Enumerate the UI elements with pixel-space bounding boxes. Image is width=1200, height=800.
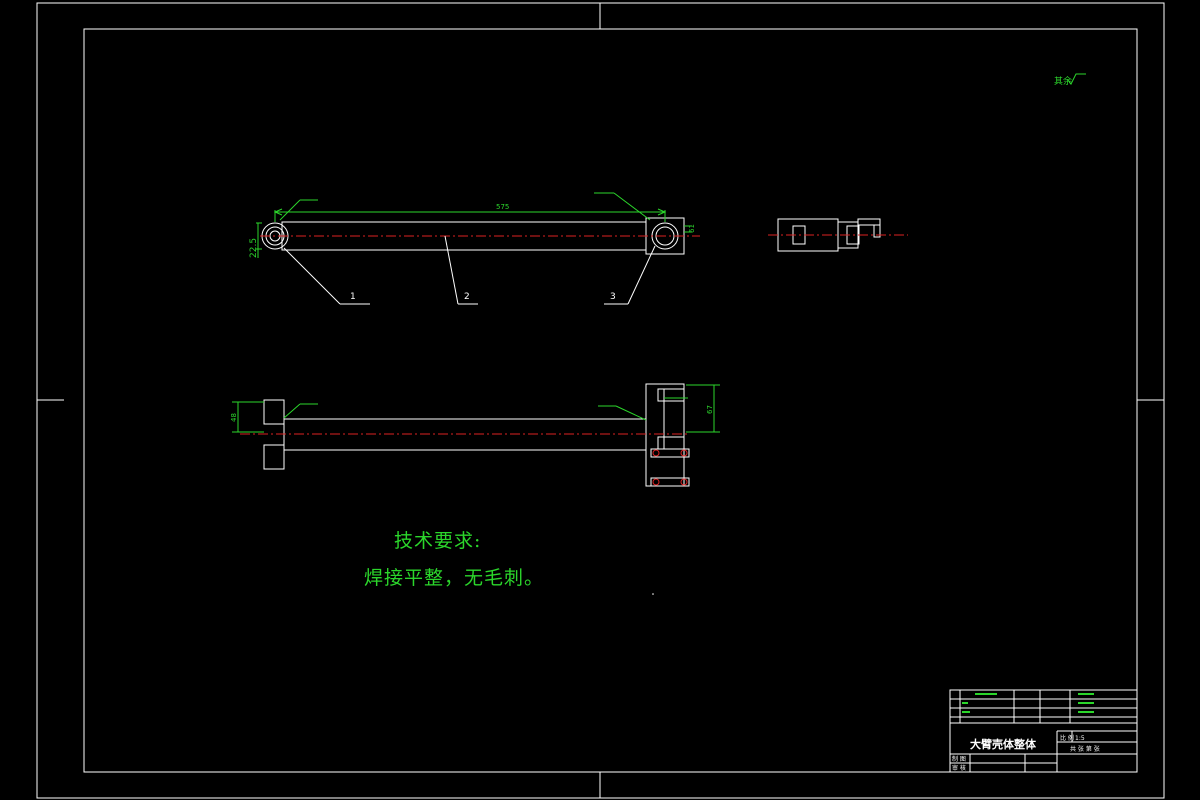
dim-front-right: 67 <box>706 405 714 414</box>
scale-label: 比 例 <box>1060 734 1074 742</box>
dim-right-height: 61 <box>688 224 696 233</box>
side-view <box>768 218 908 252</box>
title-block-title: 大臂壳体整体 <box>970 737 1037 751</box>
title-block-table-text <box>962 693 1094 713</box>
checker-label: 审 核 <box>952 764 966 772</box>
tech-req-heading: 技术要求: <box>394 530 482 552</box>
sheet-border <box>36 2 1165 799</box>
cad-drawing-canvas: 其余 575 22.5 61 1 2 3 48 67 大臂壳体整体 比 例 1:… <box>36 2 1165 799</box>
title-block <box>949 689 1138 773</box>
roughness-symbol: 其余 <box>1054 73 1086 87</box>
sheet-count: 共 张 第 张 <box>1070 745 1100 753</box>
dim-front-left: 48 <box>230 413 238 422</box>
top-view: 575 22.5 61 1 2 3 <box>249 192 700 305</box>
designer-label: 制 图 <box>952 755 966 763</box>
dim-575: 575 <box>496 203 509 211</box>
dim-left-dia: 22.5 <box>249 238 259 258</box>
balloon-2: 2 <box>464 292 470 302</box>
balloon-3: 3 <box>610 292 616 302</box>
balloon-1: 1 <box>350 292 356 302</box>
scale-value: 1:5 <box>1075 735 1085 742</box>
tech-req-line1: 焊接平整，无毛刺。 <box>364 567 545 589</box>
front-view: 48 67 <box>230 383 720 487</box>
